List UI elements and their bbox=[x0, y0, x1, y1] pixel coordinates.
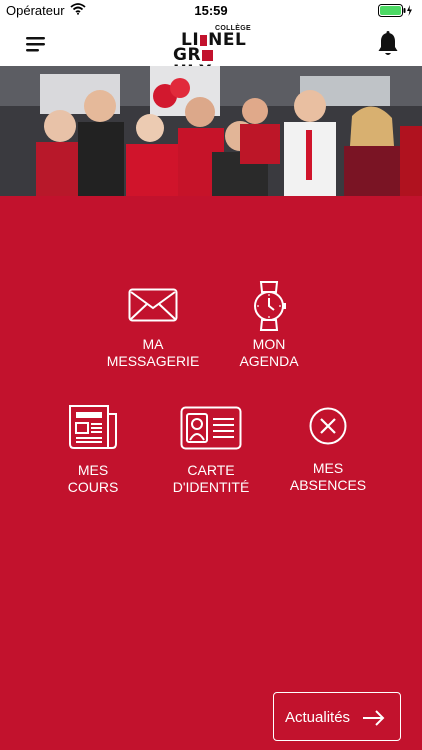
tile-agenda-label: MON AGENDA bbox=[239, 336, 299, 369]
id-card-icon bbox=[180, 406, 242, 450]
battery-icon bbox=[378, 4, 414, 20]
status-time: 15:59 bbox=[194, 3, 228, 18]
arrow-right-icon bbox=[362, 709, 386, 732]
college-logo: COLLÈGE LINEL GRULX bbox=[171, 24, 253, 81]
envelope-icon bbox=[128, 288, 178, 322]
tile-absences-label: MES ABSENCES bbox=[289, 460, 367, 493]
notification-bell-icon[interactable] bbox=[376, 30, 400, 58]
tile-carte[interactable]: CARTE D'IDENTITÉ bbox=[151, 406, 271, 496]
tile-messagerie[interactable]: MA MESSAGERIE bbox=[93, 288, 213, 370]
status-bar: Opérateur 15:59 bbox=[0, 0, 422, 22]
nav-bar: COLLÈGE LINEL GRULX bbox=[0, 22, 422, 81]
tile-cours-label: MES COURS bbox=[67, 462, 119, 495]
tile-cours[interactable]: MES COURS bbox=[33, 404, 153, 496]
watch-icon bbox=[254, 281, 286, 331]
tile-carte-label: CARTE D'IDENTITÉ bbox=[172, 462, 250, 495]
news-button[interactable]: Actualités bbox=[273, 692, 401, 741]
circle-x-icon bbox=[309, 407, 347, 445]
main-menu-grid: MA MESSAGERIE MON AGENDA MES COURS CARTE… bbox=[0, 196, 422, 750]
hamburger-menu-icon[interactable] bbox=[24, 34, 48, 54]
logo-red-square bbox=[200, 35, 208, 46]
tile-absences[interactable]: MES ABSENCES bbox=[268, 406, 388, 494]
hero-photo bbox=[0, 66, 422, 196]
news-button-label: Actualités bbox=[285, 709, 351, 726]
newspaper-icon bbox=[69, 405, 117, 449]
logo-red-square bbox=[202, 50, 214, 61]
tile-agenda[interactable]: MON AGENDA bbox=[209, 280, 329, 370]
tile-messagerie-label: MA MESSAGERIE bbox=[106, 336, 200, 369]
